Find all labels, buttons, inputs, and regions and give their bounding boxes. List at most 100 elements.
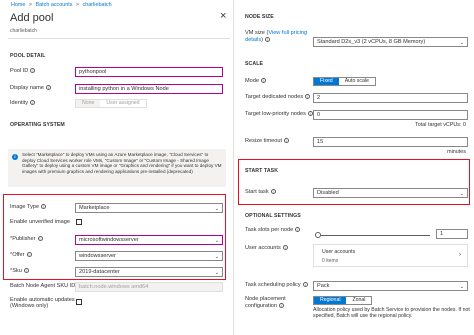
info-icon[interactable]: i — [261, 78, 266, 84]
lowpriority-nodes-label: Target low-priority nodes i — [245, 111, 313, 117]
display-name-label: Display name i — [10, 85, 51, 91]
info-icon[interactable]: i — [279, 302, 285, 308]
scale-mode-toggle[interactable]: Fixed Auto scale — [313, 77, 376, 86]
auto-updates-checkbox[interactable] — [76, 299, 82, 305]
vm-size-select[interactable]: Standard D2s_v3 (2 vCPUs, 8 GB Memory) ⌄ — [313, 37, 468, 47]
vm-size-pricing-link-2[interactable]: details — [245, 37, 261, 43]
vm-size-label: VM size (View full pricing details) i — [245, 30, 307, 44]
node-placement-toggle[interactable]: Regional Zonal — [313, 296, 373, 305]
identity-option-user-assigned[interactable]: User assigned — [100, 100, 145, 107]
panel-divider — [233, 0, 234, 335]
info-banner: i Select "Marketplace" to deploy VMs usi… — [8, 149, 226, 187]
breadcrumb-separator: > — [28, 2, 33, 8]
page-title: Add pool — [10, 12, 54, 24]
pool-id-label-text: Pool ID — [10, 68, 29, 74]
optional-settings-heading: OPTIONAL SETTINGS — [245, 213, 301, 219]
page-subtitle: charliebatch — [10, 28, 37, 34]
task-slots-slider[interactable] — [315, 232, 430, 238]
breadcrumb-home[interactable]: Home — [11, 2, 25, 8]
info-icon[interactable]: i — [305, 94, 311, 100]
task-slots-input[interactable]: 1 — [436, 229, 468, 239]
pool-id-input[interactable]: pythonpool — [75, 67, 223, 77]
info-icon[interactable]: i — [30, 100, 36, 106]
node-placement-label: Node placement configuration i — [245, 296, 286, 309]
info-icon[interactable]: i — [282, 245, 288, 251]
scale-mode-auto[interactable]: Auto scale — [339, 78, 375, 85]
vm-size-label-text: VM size — [245, 30, 265, 36]
scale-mode-fixed[interactable]: Fixed — [314, 78, 339, 85]
placement-regional[interactable]: Regional — [314, 297, 347, 304]
os-highlight-box — [3, 194, 226, 280]
resize-timeout-label: Resize timeout i — [245, 138, 289, 144]
mode-label-text: Mode — [245, 78, 259, 84]
identity-label: Identity i — [10, 100, 36, 106]
user-accounts-inner-label: User accounts — [322, 249, 356, 255]
breadcrumb: Home > Batch accounts > charliebatch — [11, 2, 112, 8]
slider-thumb[interactable] — [315, 232, 321, 238]
scheduling-policy-label: Task scheduling policy i — [245, 282, 308, 288]
lowpriority-nodes-input[interactable]: 0 — [313, 110, 468, 120]
info-icon[interactable]: i — [30, 68, 36, 74]
task-slots-label: Task slots per node i — [245, 227, 301, 234]
scheduling-policy-select[interactable]: Pack ⌄ — [313, 281, 468, 291]
pool-detail-heading: POOL DETAIL — [10, 53, 46, 59]
dedicated-nodes-label: Target dedicated nodes i — [245, 94, 311, 100]
start-task-highlight-box — [238, 159, 470, 205]
user-accounts-label: User accounts i — [245, 245, 288, 251]
agent-sku-label-text: Batch Node Agent SKU ID — [10, 283, 76, 289]
vm-size-label-line2: details) i — [245, 37, 307, 44]
info-icon[interactable]: i — [302, 282, 308, 288]
breadcrumb-charliebatch[interactable]: charliebatch — [83, 2, 112, 8]
breadcrumb-batch-accounts[interactable]: Batch accounts — [36, 2, 73, 8]
resize-timeout-unit: minutes — [447, 149, 466, 155]
auto-updates-label: Enable automatic updates (Windows only) — [10, 297, 75, 309]
node-size-heading: NODE SIZE — [245, 14, 274, 20]
total-vcpus-text: Total target vCPUs: 0 — [415, 122, 466, 128]
resize-timeout-input[interactable]: 15 — [313, 137, 468, 147]
auto-updates-label-line2: (Windows only) — [10, 303, 49, 310]
info-icon[interactable]: i — [284, 138, 289, 144]
placement-note: Allocation policy used by Batch Service … — [313, 307, 470, 320]
vm-size-value: Standard D2s_v3 (2 vCPUs, 8 GB Memory) — [317, 39, 426, 45]
vm-size-label-line1: VM size (View full pricing — [245, 30, 308, 36]
dedicated-nodes-label-text: Target dedicated nodes — [245, 94, 304, 100]
close-icon[interactable]: × — [220, 10, 226, 22]
agent-sku-label: Batch Node Agent SKU IDi — [10, 283, 83, 289]
vm-size-pricing-link[interactable]: View full pricing — [268, 30, 307, 36]
identity-label-text: Identity — [10, 100, 29, 106]
chevron-right-icon: › — [459, 252, 461, 258]
chevron-down-icon: ⌄ — [459, 40, 464, 46]
info-banner-text: Select "Marketplace" to deploy VMs using… — [22, 152, 222, 174]
slider-track — [315, 234, 430, 236]
breadcrumb-separator: > — [75, 2, 80, 8]
info-icon[interactable]: i — [295, 227, 301, 233]
scheduling-policy-label-text: Task scheduling policy — [245, 282, 301, 288]
display-name-input[interactable]: installing python in a Windows Node — [75, 84, 223, 94]
resize-timeout-label-text: Resize timeout — [245, 138, 282, 144]
user-accounts-box[interactable]: User accounts 0 items › — [313, 244, 468, 267]
operating-system-heading: OPERATING SYSTEM — [10, 122, 65, 128]
user-accounts-count: 0 items — [322, 258, 339, 264]
user-accounts-label-text: User accounts — [245, 245, 281, 251]
scale-heading: SCALE — [245, 61, 264, 67]
info-icon[interactable]: i — [45, 85, 51, 91]
node-placement-label-text: configuration — [245, 302, 278, 309]
info-circle-icon: i — [12, 154, 18, 160]
placement-zonal[interactable]: Zonal — [346, 297, 371, 304]
display-name-label-text: Display name — [10, 85, 44, 91]
agent-sku-input: batch.node.windows amd64 — [75, 282, 223, 292]
chevron-down-icon: ⌄ — [459, 284, 464, 290]
node-placement-label-line2: configuration i — [245, 303, 286, 310]
identity-option-none[interactable]: None — [76, 100, 101, 107]
task-slots-label-line1: Task slots per node i — [245, 227, 301, 234]
task-slots-label-text: Task slots per node — [245, 227, 294, 233]
pool-id-label: Pool ID i — [10, 68, 36, 74]
identity-toggle[interactable]: None User assigned — [75, 99, 147, 108]
divider — [8, 38, 230, 39]
lowpriority-nodes-label-text: Target low-priority nodes — [245, 111, 306, 117]
vm-size-paren: ) — [261, 37, 264, 43]
info-icon[interactable]: i — [265, 37, 271, 43]
scheduling-policy-value: Pack — [317, 283, 330, 289]
dedicated-nodes-input[interactable]: 2 — [313, 93, 468, 103]
mode-label: Mode i — [245, 78, 266, 84]
